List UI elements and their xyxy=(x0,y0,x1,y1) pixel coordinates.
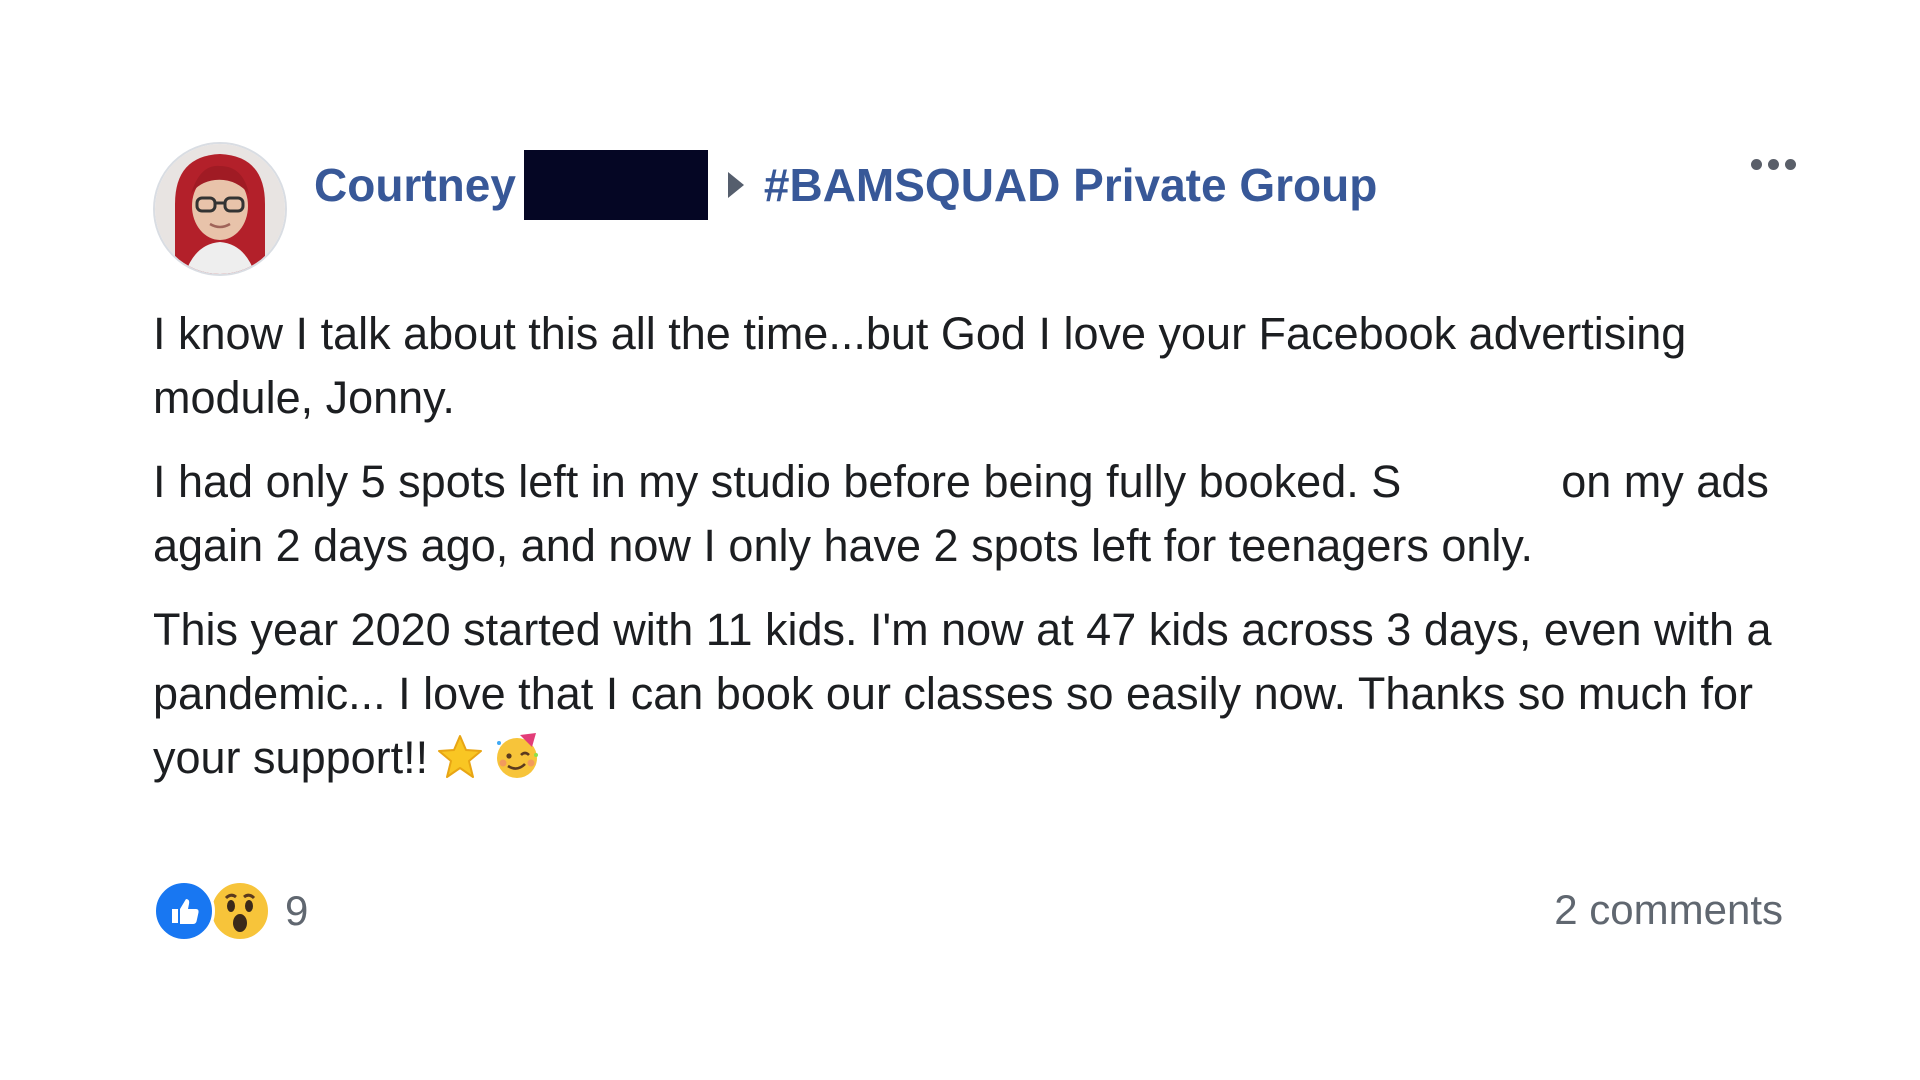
like-reaction-icon xyxy=(153,880,215,942)
paragraph-text: I know I talk about this all the time...… xyxy=(153,308,1687,423)
post-paragraph: I had only 5 spots left in my studio bef… xyxy=(153,450,1773,578)
caret-right-icon xyxy=(727,171,744,198)
reactions-summary[interactable]: 9 xyxy=(153,880,308,942)
reaction-count: 9 xyxy=(285,887,309,934)
comments-count-link[interactable]: 2 comments xyxy=(1554,886,1783,934)
more-dot-icon xyxy=(1750,158,1762,170)
more-dot-icon xyxy=(1767,158,1779,170)
post-footer: 9 2 comments xyxy=(153,880,1783,944)
post-body: I know I talk about this all the time...… xyxy=(153,302,1773,818)
post-paragraph: I know I talk about this all the time...… xyxy=(153,302,1773,430)
author-name-link[interactable]: Courtney xyxy=(314,158,516,212)
paragraph-text: This year 2020 started with 11 kids. I'm… xyxy=(153,604,1772,783)
star-emoji-icon xyxy=(436,733,484,798)
group-name-link[interactable]: #BAMSQUAD Private Group xyxy=(764,158,1377,212)
more-dot-icon xyxy=(1784,158,1796,170)
post-header: Courtney #BAMSQUAD Private Group xyxy=(314,147,1377,222)
avatar-photo xyxy=(155,144,285,274)
wow-reaction-icon xyxy=(209,880,271,942)
paragraph-text: I had only 5 spots left in my studio bef… xyxy=(153,456,1402,507)
redacted-surname xyxy=(523,149,708,220)
facebook-post: Courtney #BAMSQUAD Private Group I know … xyxy=(153,142,1803,962)
more-options-button[interactable] xyxy=(1743,146,1803,182)
author-avatar[interactable] xyxy=(153,142,287,276)
party-face-emoji-icon xyxy=(492,731,542,798)
post-paragraph: This year 2020 started with 11 kids. I'm… xyxy=(153,598,1773,798)
